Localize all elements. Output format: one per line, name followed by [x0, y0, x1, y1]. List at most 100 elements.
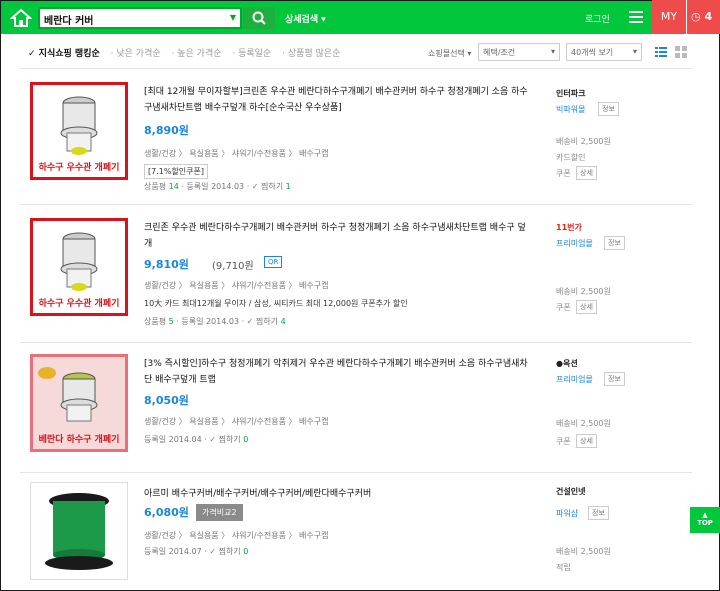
date-wishlist-label: · 등록일 2014.03 · ✓ 찜하기	[178, 182, 286, 191]
shipping-fee: 배송비 2,500원	[556, 419, 611, 428]
advanced-search-link[interactable]: 상세검색 ▾	[285, 12, 326, 25]
menu-icon[interactable]	[629, 11, 643, 23]
recent-count: 4	[704, 10, 713, 23]
mall-grade[interactable]: 프리미엄몰	[556, 238, 593, 249]
card-promo: 10大 카드 최대12개월 무이자 / 삼성, 씨티카드 최대 12,000원 …	[144, 299, 408, 308]
wishlist-count[interactable]: 0	[243, 435, 248, 444]
product-title[interactable]: [최대 12개월 무이자할부]크린존 우수관 베란다하수구개폐기 배수관커버 하…	[144, 84, 534, 116]
chevron-down-icon: ▾	[550, 47, 555, 56]
product-item: 아르미 배수구커버/배수구커버/배수구커버/베란다배수구커버 6,080원 가격…	[20, 480, 692, 588]
detail-tag[interactable]: 상세	[576, 434, 597, 448]
shipping-fee: 배송비 2,500원	[556, 137, 611, 146]
sort-options: ✓ 지식쇼핑 랭킹순 · 낮은 가격순 · 높은 가격순 · 등록일순 · 상품…	[28, 46, 348, 59]
card-discount: 카드할인	[556, 153, 586, 162]
divider	[20, 342, 692, 343]
product-meta: 등록일 2014.07 · ✓ 찜하기 0	[144, 546, 248, 557]
product-thumbnail[interactable]: 하수구 우수관 개폐기	[30, 82, 128, 180]
login-link[interactable]: 로그인	[585, 12, 610, 25]
shipping-fee: 배송비 2,500원	[556, 287, 611, 296]
product-meta: 상품평 5 · 등록일 2014.03 · ✓ 찜하기 4	[144, 316, 286, 327]
back-to-top-button[interactable]: ▲ TOP	[690, 507, 720, 533]
search-box[interactable]: 베란다 커버 ▼	[38, 7, 242, 29]
coupon-label: 쿠폰	[556, 303, 571, 312]
thumb-caption: 하수구 우수관 개폐기	[38, 299, 120, 309]
per-page-label: 40개씩 보기	[571, 48, 614, 57]
benefit-select[interactable]: 혜택/조건 ▾	[478, 43, 560, 61]
category-path[interactable]: 생활/건강 〉 욕실용품 〉 샤워기/수전용품 〉 배수구캡	[144, 416, 329, 427]
sort-date[interactable]: · 등록일순	[232, 49, 271, 59]
category-path[interactable]: 생활/건강 〉 욕실용품 〉 샤워기/수전용품 〉 배수구캡	[144, 148, 329, 159]
product-title[interactable]: 크린존 우수관 베란다하수구개폐기 배수관커버 하수구 청정개폐기 소음 하수구…	[144, 220, 534, 252]
product-thumbnail[interactable]	[30, 482, 128, 580]
review-count[interactable]: 14	[169, 182, 179, 191]
list-view-icon[interactable]	[654, 45, 668, 59]
top-navigation-bar: 베란다 커버 ▼ 상세검색 ▾ 로그인	[0, 0, 720, 34]
product-price: 6,080원	[144, 506, 189, 519]
chevron-down-icon: ▾	[632, 47, 637, 56]
product-thumbnail[interactable]: 하수구 우수관 개폐기	[30, 218, 128, 316]
sort-reviews[interactable]: · 상품평 많은순	[282, 49, 340, 59]
coupon-label: 쿠폰	[556, 169, 571, 178]
my-button[interactable]: MY	[652, 0, 686, 34]
benefit-label: 혜택/조건	[483, 48, 516, 57]
mall-grade[interactable]: 빅파워몰	[556, 104, 585, 115]
info-tag[interactable]: 정보	[598, 102, 619, 116]
product-thumbnail[interactable]: 베란다 하수구 개폐기	[30, 354, 128, 452]
product-meta: 상품평 14 · 등록일 2014.03 · ✓ 찜하기 1	[144, 181, 291, 192]
product-title[interactable]: 아르미 배수구커버/배수구커버/배수구커버/베란다배수구커버	[144, 486, 534, 502]
mall-grade[interactable]: 프리미엄몰	[556, 374, 593, 385]
divider	[20, 68, 692, 69]
info-tag[interactable]: 정보	[604, 372, 625, 386]
divider	[20, 204, 692, 205]
search-button[interactable]	[243, 7, 275, 29]
product-price: 9,810원	[144, 258, 189, 271]
price-compare-button[interactable]: 가격비교2	[196, 504, 243, 521]
category-path[interactable]: 생활/건강 〉 욕실용품 〉 샤워기/수전용품 〉 배수구캡	[144, 530, 329, 541]
top-label: TOP	[697, 519, 713, 527]
detail-tag[interactable]: 상세	[576, 300, 597, 314]
date-wishlist-label: 등록일 2014.04 · ✓ 찜하기	[144, 435, 244, 444]
sort-ranking[interactable]: ✓ 지식쇼핑 랭킹순	[28, 49, 100, 59]
per-page-select[interactable]: 40개씩 보기 ▾	[566, 43, 642, 61]
date-wishlist-label: 등록일 2014.07 · ✓ 찜하기	[144, 547, 244, 556]
qr-badge[interactable]: QR	[264, 256, 283, 268]
points-label: 적립	[556, 563, 571, 572]
home-icon[interactable]	[10, 8, 32, 28]
mall-name[interactable]: ●옥션	[556, 358, 578, 369]
sort-low-price[interactable]: · 낮은 가격순	[111, 49, 161, 59]
mall-grade[interactable]: 파워샵	[556, 508, 578, 519]
wishlist-count[interactable]: 1	[286, 182, 291, 191]
mall-name[interactable]: 인터파크	[556, 88, 585, 99]
grid-view-icon[interactable]	[674, 45, 688, 59]
info-tag[interactable]: 정보	[604, 236, 625, 250]
recent-items-button[interactable]: ◷ 4	[686, 0, 720, 34]
arrow-up-icon: ▲	[702, 511, 708, 519]
product-price: 8,050원	[144, 394, 189, 407]
coupon-label: 쿠폰	[556, 437, 571, 446]
mall-select[interactable]: 쇼핑몰선택 ▾	[428, 48, 471, 59]
product-item: 하수구 우수관 개폐기 [최대 12개월 무이자할부]크린존 우수관 베란다하수…	[20, 80, 692, 200]
search-input[interactable]: 베란다 커버	[44, 12, 93, 27]
alt-price: (9,710원	[212, 261, 254, 272]
sort-high-price[interactable]: · 높은 가격순	[172, 49, 222, 59]
chevron-down-icon[interactable]: ▼	[230, 13, 236, 22]
detail-tag[interactable]: 상세	[576, 166, 597, 180]
product-item: 하수구 우수관 개폐기 크린존 우수관 베란다하수구개폐기 배수관커버 하수구 …	[20, 214, 692, 338]
search-icon	[252, 11, 266, 25]
thumb-caption: 베란다 하수구 개폐기	[38, 435, 120, 445]
product-title[interactable]: [3% 즉시할인]하수구 청정개폐기 악취제거 우수관 베란다하수구개폐기 배수…	[144, 356, 534, 388]
wishlist-count[interactable]: 0	[243, 547, 248, 556]
mall-name[interactable]: 11번가	[556, 222, 582, 233]
drain-cover-image	[45, 493, 113, 570]
shipping-fee: 배송비 2,500원	[556, 547, 611, 556]
info-tag[interactable]: 정보	[588, 506, 609, 520]
wishlist-count[interactable]: 4	[281, 317, 286, 326]
category-path[interactable]: 생활/건강 〉 욕실용품 〉 샤워기/수전용품 〉 배수구캡	[144, 280, 329, 291]
mall-name[interactable]: 건설인넷	[556, 486, 585, 497]
date-wishlist-label: · 등록일 2014.03 · ✓ 찜하기	[173, 317, 281, 326]
review-label: 상품평	[144, 317, 169, 326]
divider	[20, 472, 692, 473]
product-item: 베란다 하수구 개폐기 [3% 즉시할인]하수구 청정개폐기 악취제거 우수관 …	[20, 350, 692, 468]
thumb-caption: 하수구 우수관 개폐기	[38, 163, 120, 173]
product-price: 8,890원	[144, 124, 189, 137]
